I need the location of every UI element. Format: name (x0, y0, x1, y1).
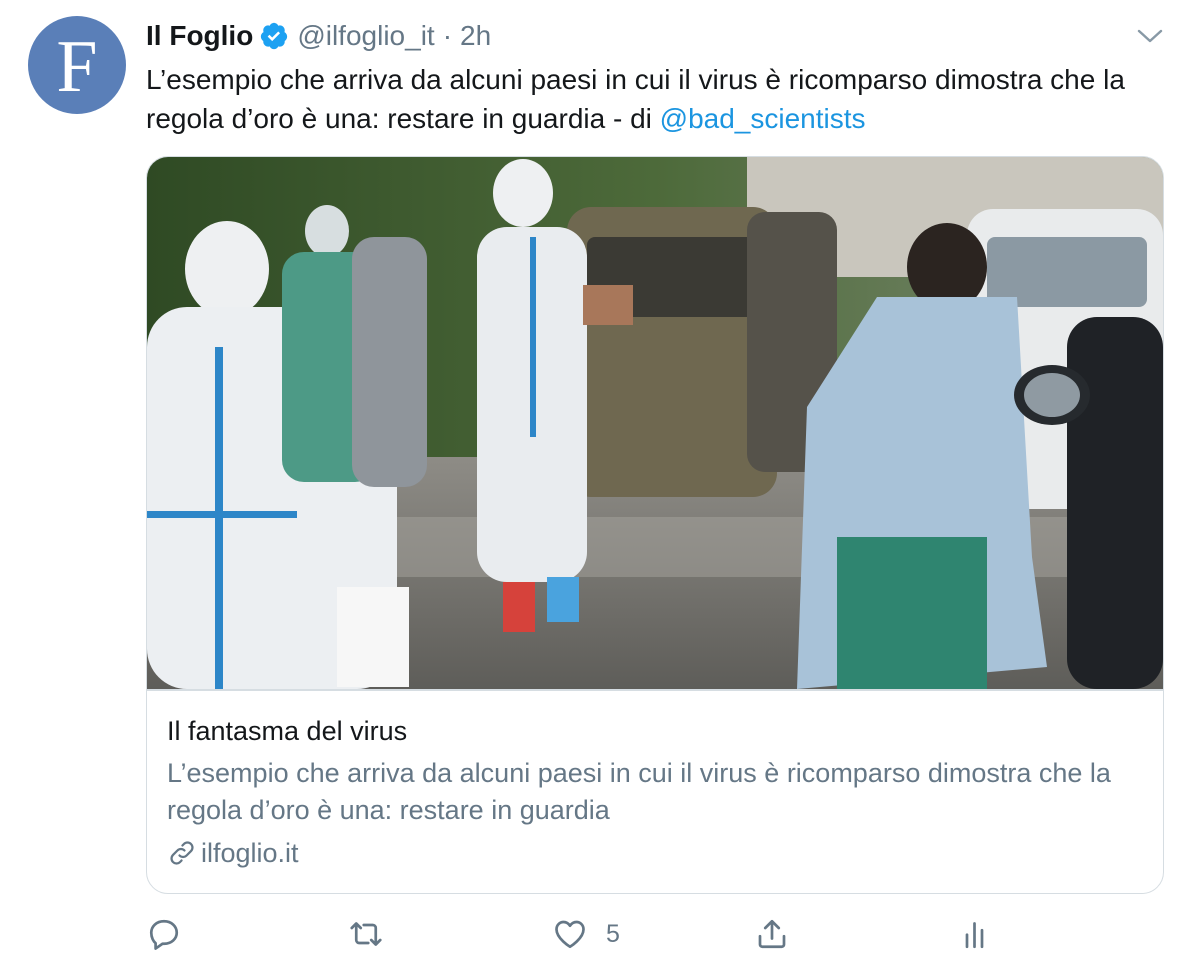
card-divider (147, 689, 1163, 691)
analytics-button[interactable] (958, 908, 994, 960)
link-card[interactable]: Il fantasma del virus L’esempio che arri… (146, 156, 1164, 894)
card-description[interactable]: L’esempio che arriva da alcuni paesi in … (167, 755, 1127, 829)
tweet-text-body: L’esempio che arriva da alcuni paesi in … (146, 64, 1125, 134)
heart-icon (555, 920, 585, 949)
tweet-text: L’esempio che arriva da alcuni paesi in … (146, 60, 1156, 138)
share-icon (758, 919, 786, 949)
timestamp[interactable]: 2h (460, 20, 491, 52)
avatar-letter: F (56, 26, 98, 108)
tweet-actions: 5 (0, 908, 1194, 960)
like-button[interactable]: 5 (552, 908, 620, 960)
retweet-button[interactable] (348, 908, 402, 960)
chevron-down-icon[interactable] (1136, 26, 1164, 46)
reply-icon (149, 919, 179, 950)
share-button[interactable] (754, 908, 790, 960)
avatar[interactable]: F (28, 16, 126, 114)
card-image[interactable] (147, 157, 1163, 689)
separator-dot: · (442, 20, 453, 51)
link-icon (170, 841, 194, 865)
like-count: 5 (606, 919, 620, 948)
analytics-icon (965, 922, 984, 949)
mention-link[interactable]: @bad_scientists (660, 103, 866, 134)
tweet[interactable]: F Il Foglio @ilfoglio_it · 2h L’esempio … (0, 0, 1194, 972)
author-handle[interactable]: @ilfoglio_it (297, 20, 434, 52)
card-title[interactable]: Il fantasma del virus (167, 713, 1127, 749)
card-domain-text[interactable]: ilfoglio.it (201, 835, 299, 871)
author-name[interactable]: Il Foglio (146, 20, 253, 52)
card-domain[interactable]: ilfoglio.it (167, 835, 299, 871)
tweet-header: Il Foglio @ilfoglio_it · 2h (146, 18, 491, 54)
verified-badge-icon (261, 22, 288, 50)
reply-button[interactable] (146, 908, 200, 960)
retweet-icon (350, 922, 382, 946)
